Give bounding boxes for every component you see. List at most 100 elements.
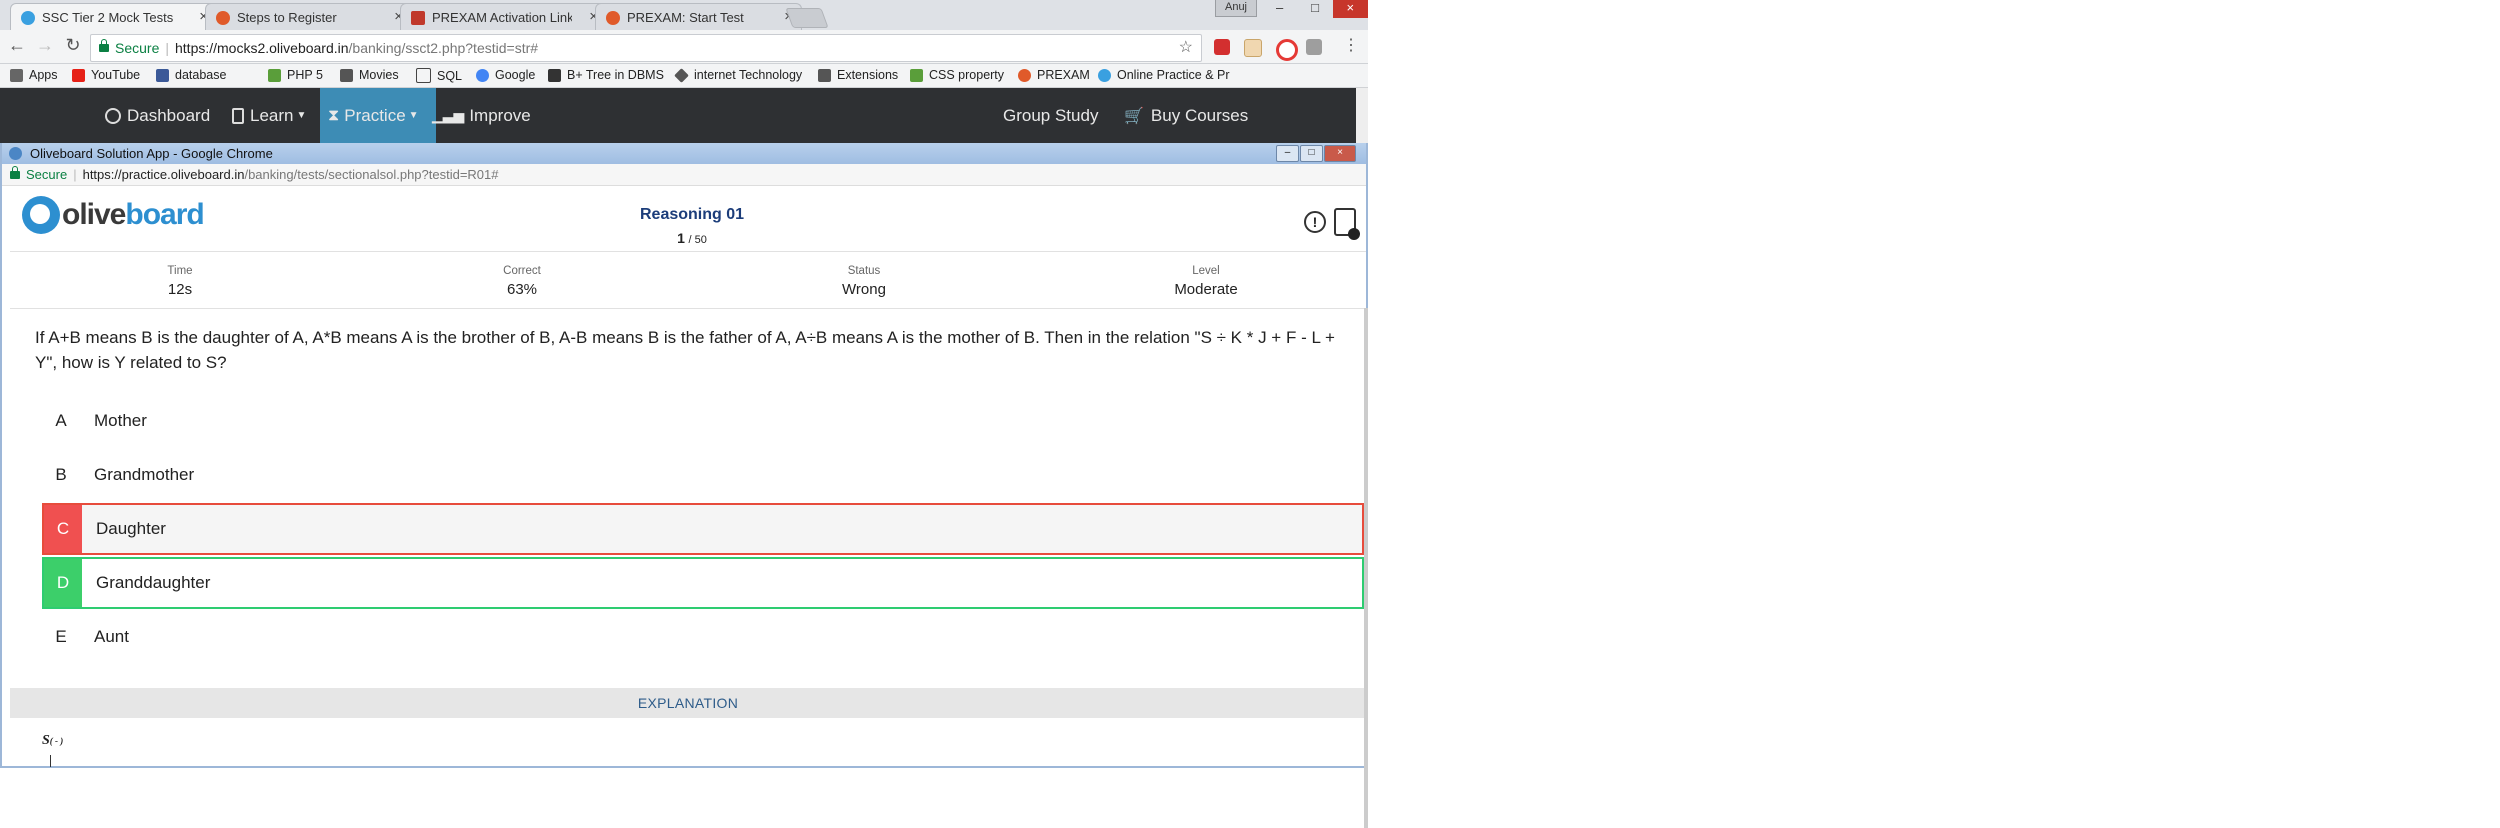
- bookmark-apps[interactable]: Apps: [10, 68, 58, 82]
- movies-icon: [340, 68, 353, 82]
- nav-group-study[interactable]: Group Study: [1003, 88, 1098, 143]
- option-text: Granddaughter: [96, 573, 211, 592]
- cart-icon: 🛒: [1124, 107, 1144, 125]
- extension-red-icon[interactable]: [1214, 39, 1230, 55]
- secure-label: Secure: [26, 167, 68, 182]
- address-bar[interactable]: Secure | https://mocks2.oliveboard.in/ba…: [90, 34, 1202, 62]
- logo-text-board: board: [125, 198, 204, 231]
- bookmark-internet-technology[interactable]: internet Technology: [674, 67, 802, 83]
- stat-status-label: Status: [847, 265, 881, 277]
- nav-buy-courses[interactable]: 🛒 Buy Courses: [1124, 88, 1248, 143]
- extension-gray-icon[interactable]: [1306, 39, 1322, 55]
- close-window-button[interactable]: ×: [1332, 0, 1368, 18]
- css-icon: [910, 68, 923, 82]
- bookmark-star-icon[interactable]: ☆: [1179, 37, 1193, 57]
- family-tree-line: [50, 755, 51, 767]
- url-path: /banking/ssct2.php?testid=str#: [348, 40, 539, 56]
- oliveboard-favicon-icon: [21, 10, 35, 25]
- option-letter: A: [55, 411, 67, 430]
- option-d-correct[interactable]: D Granddaughter: [42, 557, 1364, 609]
- popup-window-title: Oliveboard Solution App - Google Chrome: [30, 146, 273, 161]
- profile-badge[interactable]: Anuj: [1215, 0, 1257, 17]
- bookmark-database[interactable]: database: [156, 68, 226, 82]
- explanation-heading: EXPLANATION: [10, 688, 1366, 718]
- nav-practice[interactable]: ⧗ Practice ▼: [320, 88, 436, 143]
- bookmark-bplus-tree[interactable]: B+ Tree in DBMS: [548, 68, 664, 82]
- nav-learn[interactable]: Learn ▼: [232, 88, 306, 143]
- bookmark-movies[interactable]: Movies: [340, 68, 399, 82]
- browser-tab-1[interactable]: Steps to Register ×: [205, 3, 412, 31]
- maximize-button[interactable]: □: [1297, 0, 1332, 18]
- total-questions: / 50: [688, 234, 707, 246]
- bookmark-google[interactable]: Google: [476, 68, 535, 82]
- tab-title: Steps to Register: [237, 10, 337, 25]
- window-controls: – □ ×: [1262, 0, 1368, 18]
- report-issue-icon[interactable]: !: [1304, 211, 1326, 233]
- nav-dashboard[interactable]: Dashboard: [105, 88, 210, 143]
- bookmark-online-practice[interactable]: Online Practice & Pr: [1098, 68, 1233, 82]
- option-a[interactable]: A Mother: [42, 395, 1364, 447]
- option-c-wrong[interactable]: C Daughter: [42, 503, 1364, 555]
- popup-scrollbar[interactable]: [1364, 308, 1368, 828]
- option-letter: D: [44, 559, 82, 607]
- opera-icon[interactable]: [1276, 39, 1298, 61]
- puzzle-icon: [818, 68, 831, 82]
- browser-tab-2[interactable]: PREXAM Activation Link ×: [400, 3, 607, 31]
- lock-icon: [10, 165, 20, 179]
- bookmark-css-property[interactable]: CSS property: [910, 68, 1004, 82]
- forward-arrow-icon[interactable]: →: [34, 35, 56, 56]
- extension-hand-icon[interactable]: [1244, 39, 1262, 57]
- stat-time-label: Time: [167, 265, 193, 277]
- url-path: /banking/tests/sectionalsol.php?testid=R…: [244, 167, 499, 182]
- stat-level-label: Level: [1192, 265, 1220, 277]
- stat-level-value: Moderate: [1174, 281, 1238, 298]
- prexam-icon: [1018, 68, 1031, 82]
- reload-icon[interactable]: ↻: [62, 35, 84, 56]
- bookmark-youtube[interactable]: YouTube: [72, 68, 140, 82]
- book-icon: [232, 107, 244, 124]
- php-icon: [268, 68, 281, 82]
- bookmark-extensions[interactable]: Extensions: [818, 68, 898, 82]
- browser-tab-bar: SSC Tier 2 Mock Tests × Steps to Registe…: [0, 0, 1368, 31]
- secure-label: Secure: [115, 40, 160, 56]
- option-e[interactable]: E Aunt: [42, 611, 1364, 663]
- option-letter: B: [55, 465, 67, 484]
- clipboard-check-icon[interactable]: [1334, 208, 1360, 240]
- divider: [10, 251, 1366, 252]
- current-question-number: 1: [677, 230, 685, 246]
- browser-tab-0[interactable]: SSC Tier 2 Mock Tests ×: [10, 3, 217, 31]
- new-tab-button[interactable]: [785, 8, 829, 28]
- tab-title: PREXAM Activation Link: [432, 10, 572, 25]
- test-title: Reasoning 01: [639, 206, 745, 223]
- explanation-content: S( - ): [42, 733, 63, 749]
- diamond-icon: [674, 67, 689, 83]
- menu-dots-icon[interactable]: ⋮: [1340, 35, 1362, 55]
- back-arrow-icon[interactable]: ←: [6, 35, 28, 56]
- nav-improve[interactable]: ▁▃▅ Improve: [432, 88, 531, 143]
- popup-maximize-button[interactable]: □: [1300, 145, 1323, 162]
- popup-minimize-button[interactable]: –: [1276, 145, 1299, 162]
- question-text: If A+B means B is the daughter of A, A*B…: [35, 328, 1335, 372]
- site-navbar: Dashboard Learn ▼ ⧗ Practice ▼ ▁▃▅ Improve G…: [0, 88, 1356, 143]
- browser-tab-3[interactable]: PREXAM: Start Test ×: [595, 3, 802, 31]
- logo-mark-icon: [22, 196, 60, 234]
- lock-icon: [99, 39, 109, 52]
- option-letter: E: [55, 627, 67, 646]
- option-text: Daughter: [96, 519, 166, 538]
- bookmark-sql[interactable]: SQL: [416, 68, 462, 83]
- popup-close-button[interactable]: ×: [1324, 145, 1356, 162]
- tab-title: PREXAM: Start Test: [627, 10, 744, 25]
- bookmark-prexam[interactable]: PREXAM: [1018, 68, 1090, 82]
- caret-down-icon: ▼: [296, 110, 307, 121]
- popup-title-bar: Oliveboard Solution App - Google Chrome …: [2, 143, 1366, 164]
- minimize-button[interactable]: –: [1262, 0, 1297, 18]
- bookmarks-bar: Apps YouTube database PHP 5 Movies SQL G…: [0, 64, 1368, 88]
- popup-address-bar[interactable]: Secure | https://practice.oliveboard.in /…: [2, 164, 1366, 186]
- oliveboard-logo[interactable]: olive board: [22, 195, 205, 235]
- logo-text-olive: olive: [62, 198, 126, 231]
- bookmark-php5[interactable]: PHP 5: [268, 68, 323, 82]
- explanation-symbol: S: [42, 733, 50, 748]
- page-scrollbar[interactable]: [1356, 88, 1368, 144]
- option-b[interactable]: B Grandmother: [42, 449, 1364, 501]
- separator: |: [165, 40, 169, 56]
